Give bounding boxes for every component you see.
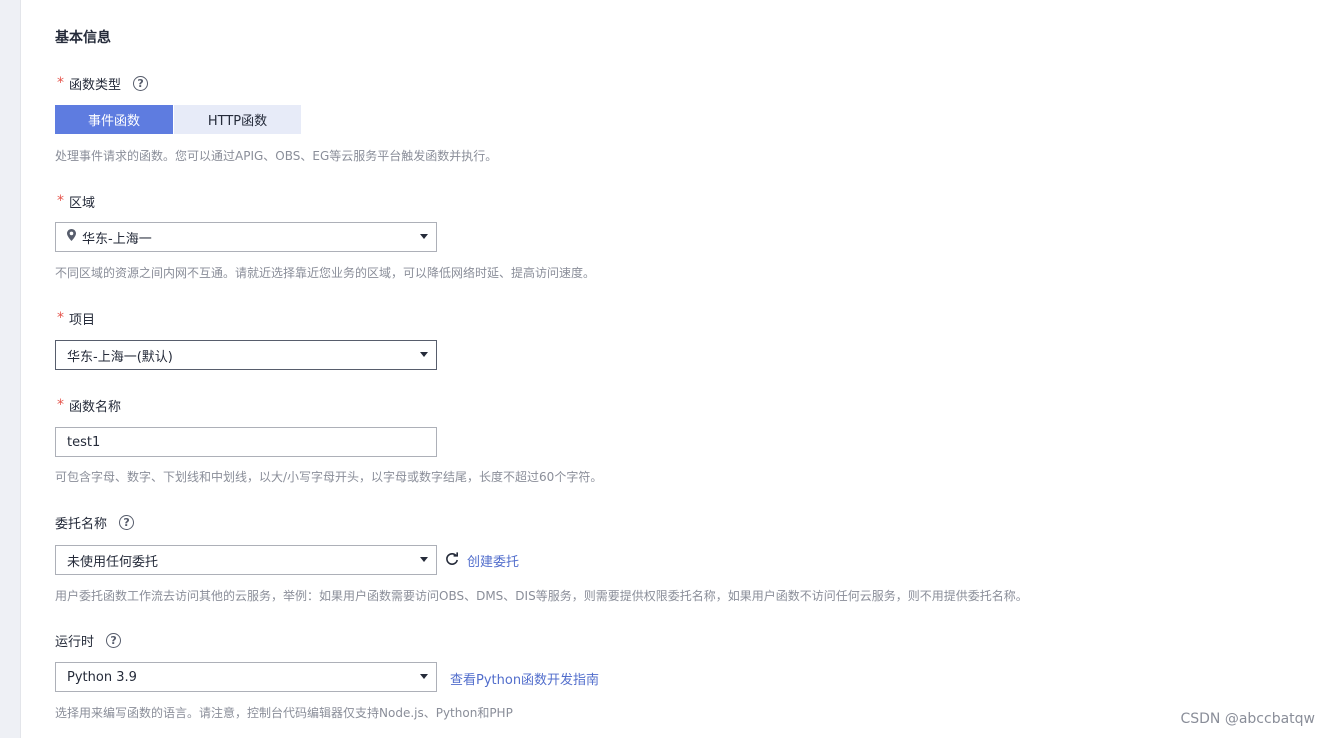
project-select-value: 华东-上海一(默认): [67, 349, 173, 365]
refresh-icon[interactable]: [445, 551, 459, 570]
project-select[interactable]: 华东-上海一(默认): [55, 340, 437, 370]
function-name-input-value: test1: [67, 434, 101, 450]
function-name-label: 函数名称: [69, 399, 122, 415]
python-guide-link[interactable]: 查看Python函数开发指南: [450, 669, 599, 688]
agency-actions: 创建委托: [445, 551, 519, 570]
region-label-row: * 区域: [57, 191, 95, 211]
question-circle-icon[interactable]: ?: [119, 514, 135, 530]
agency-hint: 用户委托函数工作流去访问其他的云服务，举例：如果用户函数需要访问OBS、DMS、…: [55, 589, 1028, 603]
runtime-label-row: 运行时 ?: [55, 630, 122, 650]
watermark: CSDN @abccbatqw: [1180, 711, 1315, 727]
function-type-hint: 处理事件请求的函数。您可以通过APIG、OBS、EG等云服务平台触发函数并执行。: [55, 149, 498, 163]
agency-select-value: 未使用任何委托: [67, 554, 159, 570]
project-label-row: * 项目: [57, 308, 95, 328]
runtime-hint: 选择用来编写函数的语言。请注意，控制台代码编辑器仅支持Node.js、Pytho…: [55, 706, 513, 720]
function-type-http-option[interactable]: HTTP函数: [174, 105, 301, 134]
function-name-hint: 可包含字母、数字、下划线和中划线，以大/小写字母开头，以字母或数字结尾，长度不超…: [55, 470, 603, 484]
chevron-down-icon: [420, 557, 428, 562]
chevron-down-icon: [420, 352, 428, 357]
region-select-value: 华东-上海一: [82, 231, 152, 247]
function-type-label-row: * 函数类型 ?: [57, 73, 149, 93]
left-sidebar-strip: [0, 0, 21, 738]
location-pin-icon: [67, 229, 76, 245]
required-mark: *: [57, 193, 64, 209]
function-name-label-row: * 函数名称: [57, 395, 121, 415]
runtime-select[interactable]: Python 3.9: [55, 662, 437, 692]
agency-label: 委托名称: [55, 516, 108, 532]
region-label: 区域: [69, 195, 96, 211]
chevron-down-icon: [420, 674, 428, 679]
section-title: 基本信息: [55, 30, 111, 46]
function-name-input[interactable]: test1: [55, 427, 437, 457]
region-hint: 不同区域的资源之间内网不互通。请就近选择靠近您业务的区域，可以降低网络时延、提高…: [55, 266, 596, 280]
question-circle-icon[interactable]: ?: [133, 75, 149, 91]
runtime-label: 运行时: [55, 634, 95, 650]
required-mark: *: [57, 75, 64, 91]
runtime-select-value: Python 3.9: [67, 669, 137, 685]
required-mark: *: [57, 310, 64, 326]
function-type-event-option[interactable]: 事件函数: [55, 105, 173, 134]
required-mark: *: [57, 397, 64, 413]
region-select[interactable]: 华东-上海一: [55, 222, 437, 252]
agency-label-row: 委托名称 ?: [55, 512, 135, 532]
project-label: 项目: [69, 312, 96, 328]
question-circle-icon[interactable]: ?: [106, 632, 122, 648]
chevron-down-icon: [420, 234, 428, 239]
agency-select[interactable]: 未使用任何委托: [55, 545, 437, 575]
create-agency-link[interactable]: 创建委托: [467, 551, 519, 570]
function-type-label: 函数类型: [69, 77, 122, 93]
